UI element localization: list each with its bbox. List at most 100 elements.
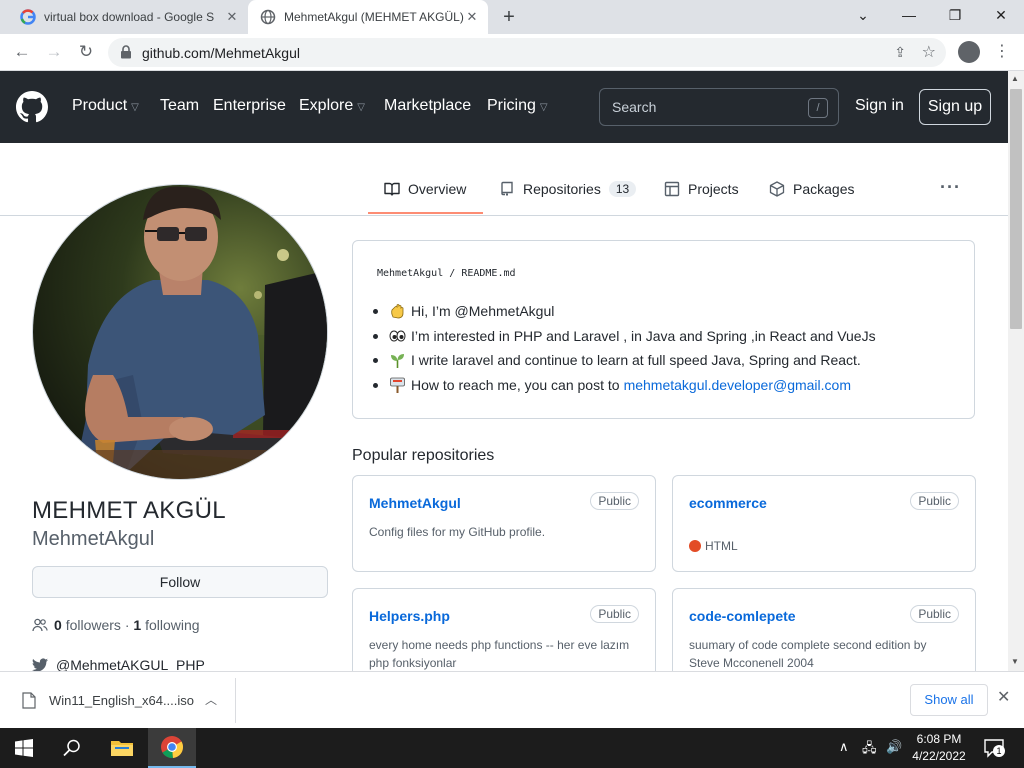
tab-title: virtual box download - Google S — [44, 10, 215, 24]
download-item[interactable]: Win11_English_x64....iso ︿ — [0, 678, 236, 723]
url-field[interactable]: github.com/MehmetAkgul ⇪ ☆ — [108, 38, 946, 67]
tab-label: Repositories — [523, 181, 601, 197]
readme-text: I write laravel and continue to learn at… — [411, 352, 861, 369]
nav-label: Explore — [299, 97, 354, 114]
nav-marketplace[interactable]: Marketplace — [384, 97, 471, 115]
close-tab-icon[interactable]: ✕ — [464, 9, 480, 25]
scroll-down-arrow-icon[interactable]: ▼ — [1011, 657, 1019, 666]
chevron-down-icon: ▽ — [131, 102, 139, 113]
tab-title: MehmetAkgul (MEHMET AKGÜL) — [284, 10, 464, 24]
nav-team[interactable]: Team — [160, 97, 199, 115]
followers-link[interactable]: 0 followers — [54, 617, 121, 633]
repo-description: every home needs php functions -- her ev… — [369, 638, 630, 670]
repo-name-link[interactable]: MehmetAkgul — [369, 495, 461, 511]
forward-arrow-icon[interactable]: → — [42, 40, 66, 64]
search-placeholder: Search — [612, 99, 657, 115]
search-shortcut-key: / — [808, 98, 828, 118]
profile-full-name: MEHMET AKGÜL — [32, 497, 226, 524]
minimize-button[interactable]: — — [886, 0, 932, 30]
file-explorer-button[interactable] — [98, 728, 146, 768]
readme-file-name: README.md — [461, 268, 516, 279]
google-icon — [20, 9, 36, 25]
address-bar: ← → ↻ github.com/MehmetAkgul ⇪ ☆ ⋮ — [0, 34, 1024, 71]
browser-tab-bar: virtual box download - Google S ✕ Mehmet… — [0, 0, 1024, 34]
nav-label: Team — [160, 97, 200, 114]
readme-card: MehmetAkgul / README.md Hi, I’m @MehmetA… — [352, 240, 975, 419]
following-label: following — [145, 617, 200, 633]
tab-label: Overview — [408, 181, 467, 197]
windows-logo-icon — [15, 739, 33, 757]
taskbar-clock[interactable]: 6:08 PM 4/22/2022 — [908, 731, 970, 765]
tab-label: Projects — [688, 181, 739, 197]
active-tab-indicator — [368, 212, 483, 214]
tab-projects[interactable]: Projects — [664, 181, 739, 197]
scroll-up-arrow-icon[interactable]: ▲ — [1011, 74, 1019, 83]
search-icon — [63, 739, 80, 757]
followers-count: 0 — [54, 617, 62, 633]
volume-icon[interactable]: 🔊 — [886, 739, 902, 755]
folder-icon — [111, 741, 133, 756]
page-scrollbar[interactable]: ▲ ▼ — [1008, 71, 1024, 671]
windows-taskbar: ∧ 🖧 🔊 6:08 PM 4/22/2022 1 — [0, 728, 1024, 768]
sign-in-link[interactable]: Sign in — [855, 97, 904, 115]
nav-enterprise[interactable]: Enterprise — [213, 97, 286, 115]
repo-name-link[interactable]: code-comlepete — [689, 608, 796, 624]
restore-button[interactable]: ❐ — [932, 0, 978, 30]
language-name: HTML — [705, 539, 738, 553]
tab-google-search[interactable]: virtual box download - Google S ✕ — [8, 0, 248, 34]
popular-repositories-heading: Popular repositories — [352, 447, 495, 464]
tab-packages[interactable]: Packages — [769, 181, 854, 197]
following-count: 1 — [133, 617, 142, 633]
search-button[interactable] — [48, 728, 96, 768]
window-close-button[interactable]: ✕ — [978, 0, 1024, 30]
show-all-button[interactable]: Show all — [910, 684, 988, 716]
github-logo-icon[interactable] — [16, 91, 48, 123]
nav-label: Pricing — [487, 97, 536, 114]
following-link[interactable]: 1 following — [133, 617, 199, 633]
chevron-up-icon[interactable]: ︿ — [205, 691, 217, 708]
nav-product[interactable]: Product ▽ — [72, 97, 139, 115]
chrome-icon — [161, 736, 184, 759]
reload-icon[interactable]: ↻ — [74, 40, 98, 64]
follow-stats: 0 followers · 1 following — [32, 617, 200, 633]
search-input[interactable]: Search / — [599, 88, 839, 126]
more-tabs-icon[interactable]: ··· — [940, 177, 961, 198]
email-link[interactable]: mehmetakgul.developer@gmail.com — [624, 377, 851, 393]
close-downloads-icon[interactable]: ✕ — [997, 687, 1010, 707]
package-icon — [769, 181, 785, 197]
follow-button[interactable]: Follow — [32, 566, 328, 598]
tab-github-profile[interactable]: MehmetAkgul (MEHMET AKGÜL) ✕ — [248, 0, 488, 34]
separator: · — [124, 617, 130, 633]
network-icon[interactable]: 🖧 — [862, 739, 877, 761]
start-button[interactable] — [0, 728, 48, 768]
path-separator: / — [449, 268, 456, 279]
repositories-count-badge: 13 — [608, 181, 637, 197]
repo-name-link[interactable]: ecommerce — [689, 495, 767, 511]
chevron-up-icon[interactable]: ∧ — [839, 739, 849, 755]
tab-repositories[interactable]: Repositories 13 — [499, 181, 637, 197]
repo-icon — [501, 181, 513, 196]
avatar — [32, 184, 328, 480]
tab-overview[interactable]: Overview — [384, 181, 466, 197]
bookmark-star-icon[interactable]: ☆ — [922, 42, 936, 62]
list-item: How to reach me, you can post to mehmeta… — [373, 373, 876, 398]
list-item: I write laravel and continue to learn at… — [373, 348, 876, 373]
more-menu-icon[interactable]: ⋮ — [994, 40, 1010, 64]
share-icon[interactable]: ⇪ — [894, 44, 906, 61]
readme-list: Hi, I’m @MehmetAkgul I’m interested in P… — [373, 299, 876, 398]
repo-name-link[interactable]: Helpers.php — [369, 608, 450, 624]
back-arrow-icon[interactable]: ← — [10, 40, 34, 64]
notifications-button[interactable]: 1 — [983, 737, 1005, 759]
chrome-taskbar-button[interactable] — [148, 728, 196, 768]
profile-avatar-icon[interactable] — [958, 41, 980, 63]
readme-owner-link[interactable]: MehmetAkgul — [377, 268, 443, 279]
nav-pricing[interactable]: Pricing ▽ — [487, 97, 548, 115]
tab-search-icon[interactable]: ⌄ — [840, 0, 886, 30]
sign-up-button[interactable]: Sign up — [919, 89, 991, 125]
close-tab-icon[interactable]: ✕ — [224, 9, 240, 25]
nav-explore[interactable]: Explore ▽ — [299, 97, 365, 115]
scrollbar-thumb[interactable] — [1010, 89, 1022, 329]
chevron-down-icon: ▽ — [539, 102, 548, 113]
download-file-name: Win11_English_x64....iso — [49, 693, 195, 708]
new-tab-button[interactable]: + — [498, 6, 520, 28]
